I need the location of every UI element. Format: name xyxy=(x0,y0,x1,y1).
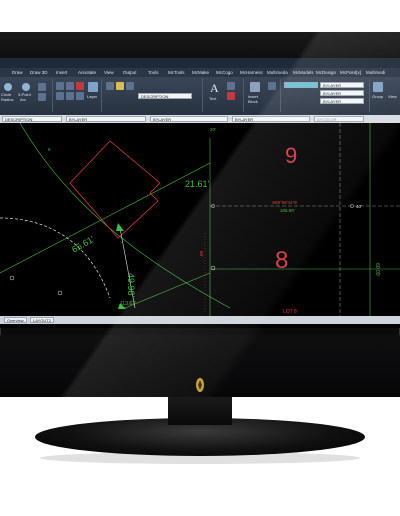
ribbon-panel-annotation: A Text xyxy=(203,79,244,112)
dim-arrow-1 xyxy=(116,223,124,231)
lot-number-8: 8 xyxy=(275,247,288,274)
ribbon-panel-layers: DESCRIPTION xyxy=(102,79,203,112)
layer-state-icon[interactable] xyxy=(106,82,114,90)
title-bar xyxy=(0,58,400,68)
radius-label: Radius xyxy=(1,97,14,102)
brand-logo xyxy=(196,378,204,392)
bylayer-combo-2[interactable]: BYLAYER xyxy=(320,90,364,96)
ribbon-panel-modify: Layer xyxy=(53,79,102,112)
group-icon[interactable] xyxy=(373,82,383,92)
point-marker-1 xyxy=(9,275,15,281)
point-marker-2 xyxy=(57,290,63,296)
mirror-icon[interactable] xyxy=(66,92,74,100)
lineweight-combo[interactable]: BYLAYER xyxy=(232,116,310,122)
menu-mctools[interactable]: McTools xyxy=(168,70,185,75)
distance-top: 105.00' xyxy=(280,208,295,213)
ribbon-panel-block: Insert Block xyxy=(244,79,281,112)
rotate-icon[interactable] xyxy=(56,92,64,100)
ribbon-panel-draw: Circle Radius 3-Point Arc xyxy=(0,79,53,112)
text-label: Text xyxy=(209,96,217,101)
ribbon: Circle Radius 3-Point Arc Layer DESCRIPT… xyxy=(0,77,400,115)
menu-multimeda[interactable]: Multimeda xyxy=(267,70,288,75)
properties-toolbar: DESCRIPTION BYLAYER BYLAYER BYLAYER BYCO… xyxy=(0,115,400,123)
block-label: Block xyxy=(248,99,258,104)
ribbon-panel-groups: Group View xyxy=(370,79,400,112)
view-label: View xyxy=(388,94,397,99)
layer-icon[interactable] xyxy=(88,82,98,92)
linetype-combo[interactable]: BYLAYER xyxy=(150,116,228,122)
lot-line-1 xyxy=(0,162,211,274)
building-footprint xyxy=(69,140,161,239)
dim-65-61: 65.61' xyxy=(70,234,96,255)
polyline-icon[interactable] xyxy=(38,93,46,101)
bylayer-combo-1[interactable]: BYLAYER xyxy=(320,82,364,88)
create-block-icon[interactable] xyxy=(268,82,276,90)
menu-insert[interactable]: Insert xyxy=(56,70,67,75)
drawing-canvas[interactable]: 21.61' 65.61' 49.98' 113.67' S89°58'41"E… xyxy=(0,122,400,316)
menu-tools[interactable]: Tools xyxy=(148,70,159,75)
trim-icon[interactable] xyxy=(76,92,84,100)
lot-line-2 xyxy=(124,272,211,309)
layer-label: Layer xyxy=(87,94,98,99)
dim-49-98: 49.98' xyxy=(126,273,136,298)
group-label: Group xyxy=(372,94,384,99)
color-combo[interactable]: BYLAYER xyxy=(66,116,146,122)
bylayer-combo-3[interactable]: BYLAYER xyxy=(320,98,364,104)
dimension-icon[interactable] xyxy=(227,82,235,90)
menu-mcmodels[interactable]: McModels xyxy=(293,70,314,75)
menu-draw3d[interactable]: Draw 3D xyxy=(30,70,48,75)
menu-output[interactable]: Output xyxy=(123,70,137,75)
menu-annotate[interactable]: Annotate xyxy=(78,70,96,75)
menu-bar: Draw Draw 3D Insert Annotate View Output… xyxy=(0,68,400,77)
side-60: 60' xyxy=(199,251,204,257)
layout-tabs: Overview LAYOUT2 xyxy=(0,316,400,324)
menu-draw[interactable]: Draw xyxy=(12,70,23,75)
arc-label: Arc xyxy=(20,97,26,102)
cad-drawing: 21.61' 65.61' 49.98' 113.67' S89°58'41"E… xyxy=(0,122,400,316)
side-5: 5 xyxy=(48,147,51,152)
color-swatch[interactable] xyxy=(284,82,318,88)
menu-mcharness[interactable]: McHarness xyxy=(240,70,263,75)
description-combo[interactable]: DESCRIPTION xyxy=(138,93,192,99)
layer-combo[interactable]: DESCRIPTION xyxy=(2,116,62,122)
leader-icon[interactable] xyxy=(227,92,235,100)
side-20: 20' xyxy=(210,127,216,132)
tab-overview[interactable]: Overview xyxy=(4,317,27,323)
menu-mccogo[interactable]: McCogo xyxy=(216,70,233,75)
menu-mcpoint[interactable]: McPoint[x] xyxy=(340,70,361,75)
menu-mcmake[interactable]: McMake xyxy=(192,70,209,75)
app-window: Draw Draw 3D Insert Annotate View Output… xyxy=(0,58,400,328)
distance-right: 60.00' xyxy=(374,263,380,277)
erase-icon[interactable] xyxy=(76,82,84,90)
menu-mcdesign[interactable]: McDesign xyxy=(316,70,336,75)
three-point-icon[interactable] xyxy=(22,83,30,91)
move-icon[interactable] xyxy=(56,82,64,90)
circle-icon[interactable] xyxy=(4,83,12,91)
point-marker-3 xyxy=(210,265,216,271)
layer-prop-icon[interactable] xyxy=(126,82,134,90)
menu-view[interactable]: View xyxy=(104,70,114,75)
side-40: 40' xyxy=(356,204,362,209)
bearing-top: S89°58'41"E xyxy=(272,200,297,205)
tab-layout2[interactable]: LAYOUT2 xyxy=(30,317,54,323)
lot-number-9: 9 xyxy=(285,143,297,168)
boundary-arc xyxy=(0,217,111,299)
ribbon-panel-properties: BYLAYER BYLAYER BYLAYER xyxy=(281,79,370,112)
stand-neck xyxy=(168,397,232,425)
lot-label: LOT 8 xyxy=(283,309,297,315)
line-icon[interactable] xyxy=(38,83,46,91)
menu-multimedi[interactable]: Multimedi xyxy=(366,70,385,75)
plotstyle-combo[interactable]: BYCOLOR xyxy=(314,116,364,122)
bulb-icon[interactable] xyxy=(116,82,124,90)
dim-21-61: 21.61' xyxy=(185,179,210,189)
dim-113-67: 113.67' xyxy=(120,301,136,307)
copy-icon[interactable] xyxy=(66,82,74,90)
insert-block-icon[interactable] xyxy=(250,82,260,92)
text-icon[interactable]: A xyxy=(210,81,219,96)
green-curve xyxy=(19,122,231,309)
